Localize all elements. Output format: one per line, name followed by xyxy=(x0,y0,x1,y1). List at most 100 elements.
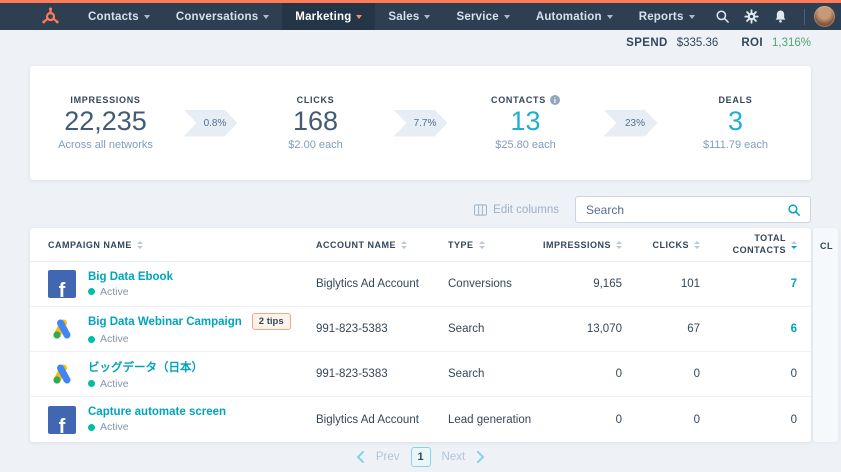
nav-label: Contacts xyxy=(88,11,139,23)
search-input[interactable] xyxy=(586,203,787,217)
google-ads-icon xyxy=(48,316,76,342)
type-cell: Search xyxy=(430,323,542,335)
total-contacts-link[interactable]: 6 xyxy=(714,323,811,335)
status-label: Active xyxy=(100,378,129,390)
account-name-cell: Biglytics Ad Account xyxy=(298,278,430,290)
account-menu[interactable]: biglytics.net xyxy=(814,6,841,27)
conversion-rate: 0.8% xyxy=(204,118,227,129)
nav-item-reports[interactable]: Reports xyxy=(626,3,708,30)
next-page-chevron[interactable] xyxy=(476,451,485,463)
nav-label: Sales xyxy=(388,11,419,23)
tips-badge[interactable]: 2 tips xyxy=(252,313,291,330)
type-cell: Conversions xyxy=(430,278,542,290)
clicks-cell: 0 xyxy=(636,368,714,380)
total-contacts-cell: 0 xyxy=(714,414,811,426)
sort-icon xyxy=(401,241,407,249)
chevron-down-icon xyxy=(424,15,430,19)
total-contacts-link[interactable]: 7 xyxy=(714,278,811,290)
conversion-arrow: 23% xyxy=(604,110,658,137)
search-icon[interactable] xyxy=(787,203,801,217)
sort-icon xyxy=(479,241,485,249)
nav-divider xyxy=(804,9,805,25)
current-page-button[interactable]: 1 xyxy=(411,447,431,467)
column-label: IMPRESSIONS xyxy=(543,240,611,250)
nav-search-button[interactable] xyxy=(708,3,737,30)
type-cell: Search xyxy=(430,368,542,380)
campaign-name-link[interactable]: Big Data Webinar Campaign xyxy=(88,316,242,328)
nav-label: Service xyxy=(456,11,498,23)
gear-icon xyxy=(744,9,759,24)
prev-page-button[interactable]: Prev xyxy=(376,451,400,463)
status-label: Active xyxy=(100,333,129,345)
metric-value: 13 xyxy=(457,106,595,137)
table-search xyxy=(575,196,811,223)
nav-label: Marketing xyxy=(295,11,351,23)
table-row: Big Data Webinar Campaign 2 tips Active … xyxy=(30,307,811,352)
campaign-cell: f Capture automate screen Active xyxy=(30,406,298,434)
hubspot-logo[interactable] xyxy=(40,6,61,27)
metric-subtext: $2.00 each xyxy=(247,139,385,151)
avatar xyxy=(814,6,835,27)
cut-off-column: CL xyxy=(813,228,838,442)
nav-item-contacts[interactable]: Contacts xyxy=(75,3,163,30)
column-header-campaign-name[interactable]: CAMPAIGN NAME xyxy=(30,240,298,250)
nav-label: Conversations xyxy=(176,11,258,23)
chevron-down-icon xyxy=(689,15,695,19)
roi-value: 1,316% xyxy=(772,37,811,49)
metric-label: IMPRESSIONS xyxy=(37,95,175,105)
nav-item-sales[interactable]: Sales xyxy=(375,3,443,30)
search-icon xyxy=(715,9,730,24)
bell-icon xyxy=(773,9,788,24)
column-header-impressions[interactable]: IMPRESSIONS xyxy=(542,240,636,250)
campaign-cell: ビッグデータ（日本） Active xyxy=(30,359,298,390)
table-toolbar: Edit columns xyxy=(474,196,811,223)
nav-item-conversations[interactable]: Conversations xyxy=(163,3,282,30)
spend-value: $335.36 xyxy=(677,37,719,49)
metric-label-text: CONTACTS xyxy=(491,95,546,105)
sort-icon xyxy=(616,241,622,249)
notifications-button[interactable] xyxy=(766,3,795,30)
google-ads-icon xyxy=(48,361,76,387)
metric-clicks: CLICKS 168 $2.00 each xyxy=(247,95,385,151)
campaign-name-link[interactable]: ビッグデータ（日本） xyxy=(88,359,203,375)
clicks-cell: 67 xyxy=(636,323,714,335)
facebook-icon: f xyxy=(48,406,76,434)
chevron-right-icon xyxy=(476,451,485,463)
conversion-arrow: 0.8% xyxy=(184,110,238,137)
metric-label: DEALS xyxy=(667,95,805,105)
conversion-rate: 7.7% xyxy=(414,118,437,129)
clicks-cell: 0 xyxy=(636,414,714,426)
next-page-button[interactable]: Next xyxy=(442,451,466,463)
nav-item-marketing[interactable]: Marketing xyxy=(282,3,375,30)
nav-item-automation[interactable]: Automation xyxy=(523,3,626,30)
status-label: Active xyxy=(100,286,129,298)
campaign-cell: Big Data Webinar Campaign 2 tips Active xyxy=(30,313,298,345)
account-name-cell: 991-823-5383 xyxy=(298,323,430,335)
column-label: TOTAL CONTACTS xyxy=(728,233,786,256)
metric-value: 22,235 xyxy=(37,106,175,137)
metric-contacts: CONTACTSi 13 $25.80 each xyxy=(457,95,595,151)
table-header-row: CAMPAIGN NAME ACCOUNT NAME TYPE IMPRESSI… xyxy=(30,228,811,262)
account-name-cell: Biglytics Ad Account xyxy=(298,414,430,426)
column-header-account-name[interactable]: ACCOUNT NAME xyxy=(298,240,430,250)
campaign-name-link[interactable]: Capture automate screen xyxy=(88,406,226,418)
impressions-cell: 0 xyxy=(542,368,636,380)
settings-button[interactable] xyxy=(737,3,766,30)
sort-icon-active xyxy=(791,241,797,249)
metric-subtext: Across all networks xyxy=(37,139,175,151)
metric-label: CLICKS xyxy=(247,95,385,105)
info-icon[interactable]: i xyxy=(550,95,560,105)
table-row: f Big Data Ebook Active Biglytics Ad Acc… xyxy=(30,262,811,307)
campaign-status: Active xyxy=(88,286,173,298)
column-header-clicks[interactable]: CLICKS xyxy=(636,240,714,250)
edit-columns-button[interactable]: Edit columns xyxy=(474,204,559,216)
chevron-down-icon xyxy=(504,15,510,19)
status-label: Active xyxy=(100,421,129,433)
prev-page-chevron[interactable] xyxy=(356,451,365,463)
column-header-type[interactable]: TYPE xyxy=(430,240,542,250)
chevron-left-icon xyxy=(356,451,365,463)
nav-item-service[interactable]: Service xyxy=(443,3,522,30)
nav-label: Automation xyxy=(536,11,602,23)
column-header-total-contacts[interactable]: TOTAL CONTACTS xyxy=(714,233,811,256)
campaign-name-link[interactable]: Big Data Ebook xyxy=(88,271,173,283)
